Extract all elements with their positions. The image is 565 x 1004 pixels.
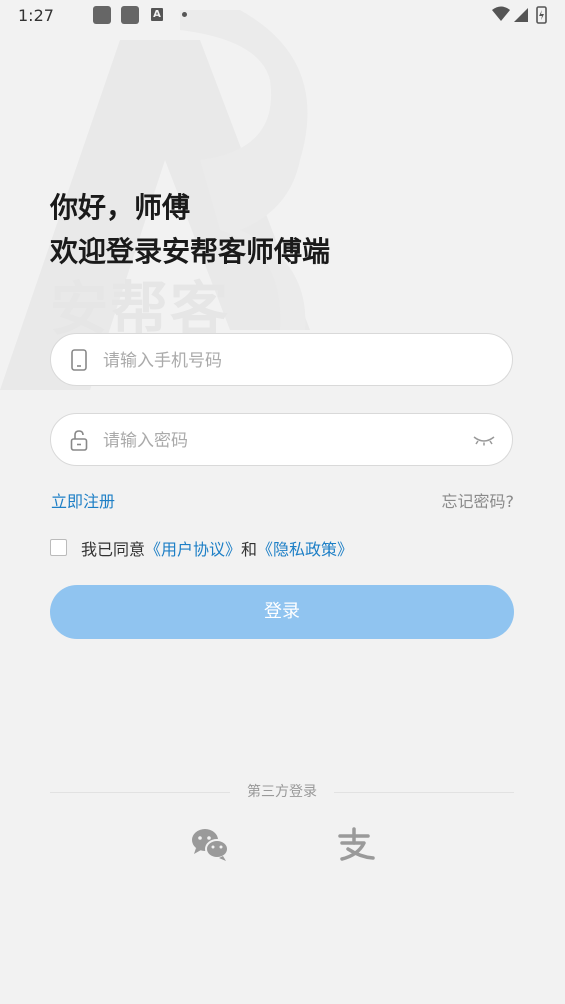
agreement-prefix: 我已同意 — [81, 540, 146, 559]
privacy-policy-link[interactable]: 《隐私政策》 — [257, 540, 353, 559]
password-input[interactable] — [101, 414, 475, 467]
agreement-checkbox[interactable] — [50, 539, 67, 556]
system-status-icons — [492, 6, 547, 24]
third-party-divider: 第三方登录 — [50, 781, 514, 805]
notification-icon — [93, 6, 111, 24]
eye-closed-icon[interactable] — [472, 431, 496, 449]
register-link[interactable]: 立即注册 — [51, 488, 115, 512]
a-notification-icon: A — [151, 8, 163, 21]
user-agreement-link[interactable]: 《用户协议》 — [145, 540, 241, 559]
more-notifications-icon — [182, 12, 187, 17]
notification-icon — [121, 6, 139, 24]
third-party-title: 第三方登录 — [247, 784, 317, 800]
greeting: 你好，师傅 欢迎登录安帮客师傅端 — [50, 186, 330, 274]
greeting-line-1: 你好，师傅 — [50, 191, 191, 224]
alipay-icon[interactable] — [336, 827, 376, 863]
password-field[interactable] — [50, 413, 513, 467]
wechat-icon[interactable] — [190, 827, 230, 863]
wifi-icon — [492, 6, 510, 21]
greeting-line-2: 欢迎登录安帮客师傅端 — [50, 235, 331, 268]
login-button[interactable]: 登录 — [50, 585, 514, 639]
agreement-text: 我已同意《用户协议》和《隐私政策》 — [81, 536, 353, 560]
phone-input[interactable] — [101, 334, 475, 387]
status-time: 1:27 — [18, 6, 54, 25]
signal-icon — [514, 8, 528, 22]
lock-icon — [70, 430, 88, 451]
forgot-password-link[interactable]: 忘记密码? — [442, 488, 515, 512]
agreement-and: 和 — [241, 540, 258, 559]
phone-icon — [71, 349, 87, 371]
phone-field[interactable] — [50, 333, 513, 387]
status-bar: 1:27 A — [0, 0, 565, 32]
